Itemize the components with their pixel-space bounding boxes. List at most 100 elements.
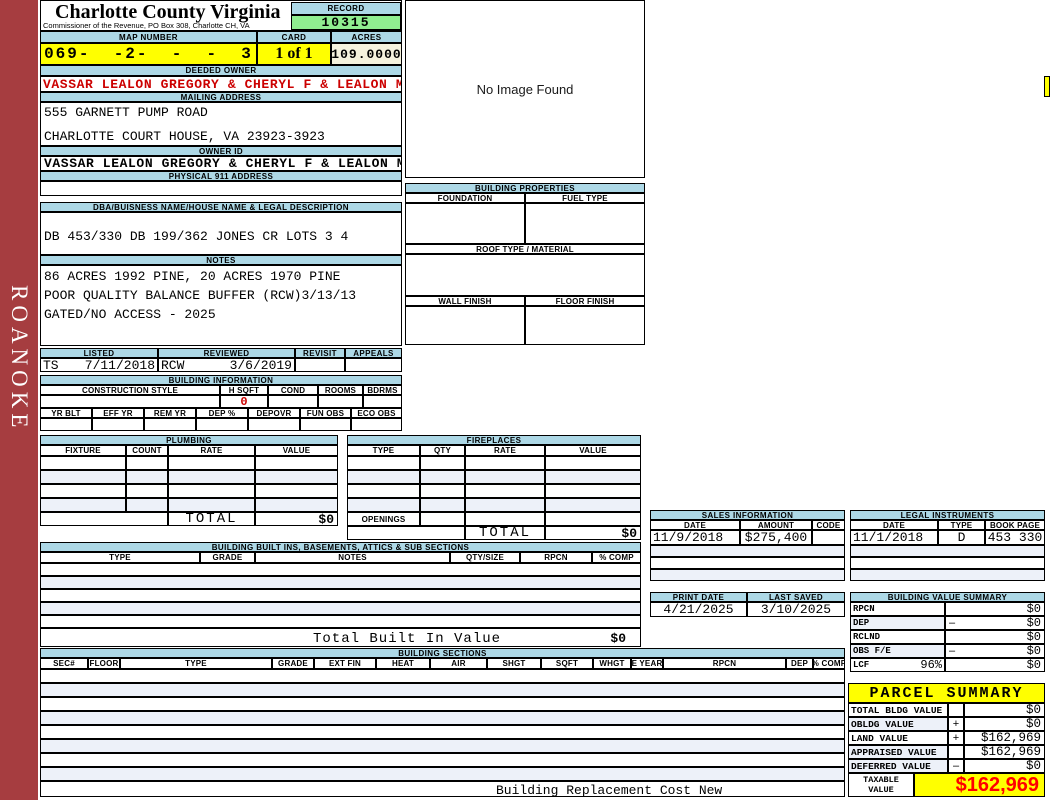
building-sections-row[interactable] — [40, 711, 845, 725]
foundation-value[interactable] — [405, 203, 525, 244]
openings-label: OPENINGS — [347, 512, 420, 526]
rooms-value[interactable] — [318, 395, 363, 408]
foundation-fuel-header-row: FOUNDATION FUEL TYPE — [405, 193, 645, 203]
built-ins-label: BUILDING BUILT INS, BASEMENTS, ATTICS & … — [40, 542, 641, 552]
notes-line: 86 ACRES 1992 PINE, 20 ACRES 1970 PINE — [44, 269, 341, 284]
floor-finish-value[interactable] — [525, 306, 645, 345]
building-sections-row[interactable] — [40, 767, 845, 781]
owner-id-label: OWNER ID — [40, 146, 402, 156]
notes-line: GATED/NO ACCESS - 2025 — [44, 307, 216, 322]
fireplaces-row[interactable] — [347, 456, 641, 470]
sales-row[interactable]: 11/9/2018 $275,400 — [650, 530, 845, 545]
bs-floor-label: FLOOR — [88, 658, 120, 669]
notes-box[interactable]: 86 ACRES 1992 PINE, 20 ACRES 1970 PINE P… — [40, 265, 402, 346]
building-sections-row[interactable] — [40, 697, 845, 711]
plumbing-row[interactable] — [40, 470, 338, 484]
last-saved-label: LAST SAVED — [747, 592, 845, 602]
map-number-label: MAP NUMBER — [40, 31, 257, 43]
deeded-owner-value[interactable]: VASSAR LEALON GREGORY & CHERYL F & LEALO… — [40, 76, 402, 92]
physical-911-value[interactable] — [40, 181, 402, 196]
wall-finish-value[interactable] — [405, 306, 525, 345]
fireplaces-row[interactable] — [347, 484, 641, 498]
record-value: 10315 — [291, 15, 401, 30]
construction-style-value[interactable] — [40, 395, 220, 408]
bvs-obs-op: – — [949, 645, 956, 657]
built-ins-row[interactable] — [40, 563, 641, 576]
sales-row[interactable] — [650, 569, 845, 581]
dep-pct-value[interactable] — [196, 418, 248, 431]
plumbing-header-row: FIXTURE COUNT RATE VALUE — [40, 445, 338, 456]
notes-line: POOR QUALITY BALANCE BUFFER (RCW)3/13/13 — [44, 288, 357, 303]
legal-row[interactable] — [850, 569, 1045, 581]
revisit-value[interactable] — [295, 358, 345, 372]
card-value[interactable]: 1 of 1 — [257, 43, 331, 65]
listed-value[interactable]: TS 7/11/2018 — [40, 358, 158, 372]
roof-type-value[interactable] — [405, 254, 645, 296]
style-value-row: 0 — [40, 395, 402, 408]
plumbing-row[interactable] — [40, 456, 338, 470]
built-ins-row[interactable] — [40, 602, 641, 615]
building-sections-row[interactable] — [40, 739, 845, 753]
bdrms-value[interactable] — [363, 395, 402, 408]
building-sections-row[interactable] — [40, 683, 845, 697]
bvs-obs-value: $0 — [1026, 644, 1041, 658]
legal-row[interactable] — [850, 557, 1045, 569]
fixture-label: FIXTURE — [40, 445, 126, 456]
legal-header-row: DATE TYPE BOOK PAGE — [850, 520, 1045, 530]
parcel-appraised-value: $162,969 — [964, 745, 1045, 759]
map-number-value[interactable]: 069- -2- - - 3 — [40, 43, 257, 65]
yr-blt-label: YR BLT — [40, 408, 92, 418]
legal-type-label: TYPE — [938, 520, 985, 530]
eco-obs-value[interactable] — [351, 418, 402, 431]
bvs-rpcn-value: $0 — [1026, 602, 1041, 616]
bvs-row-obs: OBS F/E – $0 — [850, 644, 1045, 658]
construction-style-label: CONSTRUCTION STYLE — [40, 385, 220, 395]
sales-row[interactable] — [650, 557, 845, 569]
acres-value[interactable]: 109.0000 — [331, 43, 402, 65]
sales-row[interactable] — [650, 545, 845, 557]
cond-value[interactable] — [268, 395, 318, 408]
fireplaces-openings-row[interactable]: OPENINGS — [347, 512, 641, 526]
plumbing-total-value: $0 — [255, 512, 338, 526]
fireplaces-row[interactable] — [347, 498, 641, 512]
dba-value: DB 453/330 DB 199/362 JONES CR LOTS 3 4 — [44, 229, 349, 244]
mailing-address-box[interactable]: 555 GARNETT PUMP ROAD CHARLOTTE COURT HO… — [40, 102, 402, 146]
dba-box[interactable]: DB 453/330 DB 199/362 JONES CR LOTS 3 4 — [40, 212, 402, 255]
property-record-card: ROANOKE Charlotte County Virginia Commis… — [0, 0, 1050, 800]
legal-row[interactable]: 11/1/2018 D 453 330 — [850, 530, 1045, 545]
style-header-row: CONSTRUCTION STYLE H SQFT COND ROOMS BDR… — [40, 385, 402, 395]
plumbing-row[interactable] — [40, 498, 338, 512]
bvs-obs-label: OBS F/E — [850, 644, 945, 658]
reviewed-value[interactable]: RCW 3/6/2019 — [158, 358, 295, 372]
bs-heat-label: HEAT — [376, 658, 430, 669]
bvs-dep-value: $0 — [1026, 616, 1041, 630]
h-sqft-value[interactable]: 0 — [220, 395, 268, 408]
depovr-value[interactable] — [248, 418, 300, 431]
eff-yr-value[interactable] — [92, 418, 144, 431]
fuel-type-value[interactable] — [525, 203, 645, 244]
built-ins-row[interactable] — [40, 576, 641, 589]
last-saved-value: 3/10/2025 — [747, 602, 845, 617]
built-ins-row[interactable] — [40, 615, 641, 628]
rem-yr-value[interactable] — [144, 418, 196, 431]
fireplaces-row[interactable] — [347, 470, 641, 484]
bs-sec-label: SEC# — [40, 658, 88, 669]
parcel-obldg-value: $0 — [964, 717, 1045, 731]
mailing-address-label: MAILING ADDRESS — [40, 92, 402, 102]
building-sections-row[interactable] — [40, 725, 845, 739]
building-sections-row[interactable] — [40, 669, 845, 683]
bi-comp-label: % COMP — [592, 552, 641, 563]
parcel-row-land: LAND VALUE + $162,969 — [848, 731, 1045, 745]
plumbing-row[interactable] — [40, 484, 338, 498]
print-saved-value-row: 4/21/2025 3/10/2025 — [650, 602, 845, 617]
count-label: COUNT — [126, 445, 168, 456]
built-ins-row[interactable] — [40, 589, 641, 602]
appeals-value[interactable] — [345, 358, 402, 372]
legal-row[interactable] — [850, 545, 1045, 557]
building-sections-label: BUILDING SECTIONS — [40, 648, 845, 658]
owner-id-value[interactable]: VASSAR LEALON GREGORY & CHERYL F & LEALO… — [40, 156, 402, 171]
fireplaces-header-row: TYPE QTY RATE VALUE — [347, 445, 641, 456]
fun-obs-value[interactable] — [300, 418, 351, 431]
building-sections-row[interactable] — [40, 753, 845, 767]
yr-blt-value[interactable] — [40, 418, 92, 431]
